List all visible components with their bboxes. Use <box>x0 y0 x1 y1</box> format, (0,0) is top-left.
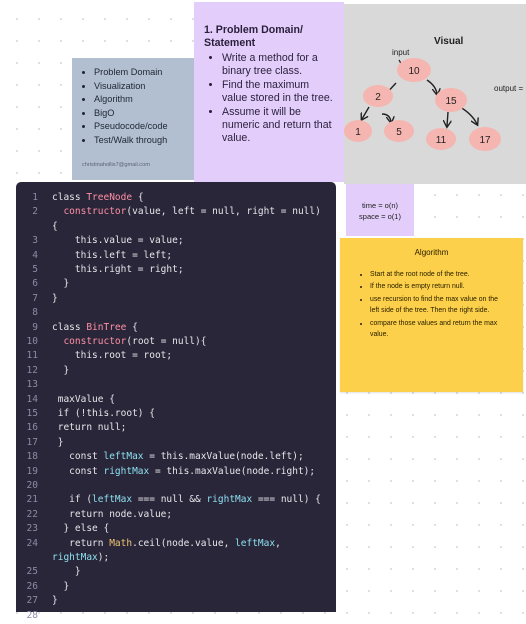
tree-node-1: 1 <box>344 120 372 142</box>
algorithm-step: compare those values and return the max … <box>370 318 509 341</box>
problem-title: 1. Problem Domain/ Statement <box>204 24 334 50</box>
author-email: christinahollis7@gmail.com <box>82 162 150 168</box>
code-block[interactable]: 1 class TreeNode {2 constructor(value, le… <box>16 182 336 621</box>
problem-title-number: 1. <box>204 24 213 36</box>
tree-node-17: 17 <box>469 127 501 151</box>
code-text: this.right = right; <box>52 264 184 275</box>
problem-statement-note[interactable]: 1. Problem Domain/ Statement Write a met… <box>194 2 344 182</box>
toc-item: Test/Walk through <box>94 134 194 148</box>
toc-item: Visualization <box>94 80 194 94</box>
code-text: } <box>52 292 58 304</box>
time-complexity: time = o(n) <box>361 201 399 210</box>
edge-15-11 <box>447 111 448 126</box>
edge-2-5 <box>381 113 391 122</box>
algorithm-steps: Start at the root node of the tree. If t… <box>340 269 523 340</box>
toc-item: BigO <box>94 107 194 121</box>
code-text: } <box>52 364 70 376</box>
edge-2-1 <box>362 106 370 119</box>
tree-node-5: 5 <box>384 120 414 142</box>
problem-bullet: Write a method for a binary tree class. <box>222 52 334 79</box>
toc-list: Problem Domain Visualization Algorithm B… <box>72 66 194 148</box>
edge-15-17 <box>459 106 477 124</box>
svg-text:2: 2 <box>375 92 381 103</box>
line-number: 24 <box>26 537 38 549</box>
problem-bullet: Assume it will be numeric and return tha… <box>222 106 334 146</box>
edge-10-15 <box>426 79 437 94</box>
algorithm-step: use recursion to find the max value on t… <box>370 294 509 317</box>
tree-node-10: 10 <box>397 58 431 82</box>
svg-text:1: 1 <box>355 127 361 138</box>
algorithm-step: If the node is empty return null. <box>370 281 509 292</box>
toc-sticky-note[interactable]: Problem Domain Visualization Algorithm B… <box>72 58 194 180</box>
tree-node-15: 15 <box>435 88 467 112</box>
svg-text:15: 15 <box>445 96 457 107</box>
code-text: } <box>52 595 58 607</box>
algorithm-step: Start at the root node of the tree. <box>370 269 509 280</box>
line-number: 28 <box>26 609 38 621</box>
toc-item: Problem Domain <box>94 66 194 80</box>
complexity-note[interactable]: time = o(n) space = o(1) <box>346 184 414 236</box>
toc-item: Pseudocode/code <box>94 120 194 134</box>
line-number: 2 <box>32 206 38 218</box>
svg-text:5: 5 <box>396 127 402 138</box>
tree-diagram: 10 2 15 1 5 11 17 <box>344 58 501 151</box>
code-text: this.root = root; <box>52 350 173 362</box>
problem-bullets: Write a method for a binary tree class. … <box>204 52 334 146</box>
algorithm-note[interactable]: Algorithm Start at the root node of the … <box>340 238 523 392</box>
svg-text:10: 10 <box>408 66 420 77</box>
code-text: const rightMax = this.maxValue(node.righ… <box>52 465 316 477</box>
problem-bullet: Find the maximum value stored in the tre… <box>222 79 334 106</box>
algorithm-title: Algorithm <box>414 248 449 257</box>
space-complexity: space = o(1) <box>359 212 401 221</box>
svg-text:17: 17 <box>479 135 491 146</box>
tree-node-11: 11 <box>426 128 456 150</box>
svg-text:11: 11 <box>436 135 447 146</box>
problem-title-text: Problem Domain/ Statement <box>204 24 303 49</box>
code-text: constructor(value, left = null, right = … <box>63 206 321 218</box>
visual-panel[interactable]: Visual input output = 10 2 15 1 5 11 17 <box>344 4 526 184</box>
tree-node-2: 2 <box>363 85 393 107</box>
toc-item: Algorithm <box>94 93 194 107</box>
